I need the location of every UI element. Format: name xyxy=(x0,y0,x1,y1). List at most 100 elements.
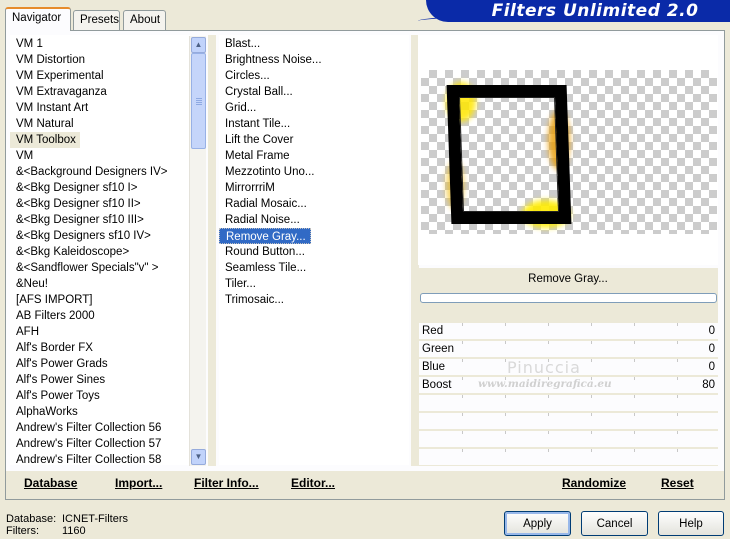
list-item[interactable]: Alf's Power Sines xyxy=(10,372,190,388)
list-item[interactable]: &<Background Designers IV> xyxy=(10,164,190,180)
cancel-button[interactable]: Cancel xyxy=(581,511,648,536)
database-button[interactable]: Database xyxy=(24,476,77,490)
list-item[interactable]: Alf's Power Toys xyxy=(10,388,190,404)
list-item-label: Alf's Border FX xyxy=(16,342,93,354)
selected-filter-name: Remove Gray... xyxy=(528,273,608,285)
list-item[interactable]: Andrew's Filter Collection 56 xyxy=(10,420,190,436)
preview-frame-graphic xyxy=(446,85,572,224)
list-item[interactable]: VM 1 xyxy=(10,36,190,52)
list-item[interactable]: VM Natural xyxy=(10,116,190,132)
list-item[interactable]: AB Filters 2000 xyxy=(10,308,190,324)
scrollbar-thumb[interactable] xyxy=(191,53,206,149)
list-item[interactable]: Trimosaic... xyxy=(219,292,409,308)
list-item[interactable]: Metal Frame xyxy=(219,148,409,164)
database-value: ICNET-Filters xyxy=(62,513,128,525)
list-item-label: &<Bkg Designer sf10 I> xyxy=(16,182,138,194)
slider-tick xyxy=(505,449,506,452)
param-row-empty xyxy=(419,395,718,412)
list-item[interactable]: Blast... xyxy=(219,36,409,52)
category-scrollbar[interactable]: ▲ ▼ xyxy=(189,36,206,466)
list-item[interactable]: Lift the Cover xyxy=(219,132,409,148)
list-item[interactable]: VM Distortion xyxy=(10,52,190,68)
list-item-label: VM Experimental xyxy=(16,70,104,82)
list-item-label: [AFS IMPORT] xyxy=(16,294,93,306)
list-item[interactable]: Brightness Noise... xyxy=(219,52,409,68)
list-item[interactable]: Alf's Border FX xyxy=(10,340,190,356)
list-item[interactable]: &<Bkg Designer sf10 III> xyxy=(10,212,190,228)
list-item[interactable]: &Neu! xyxy=(10,276,190,292)
param-label: Blue xyxy=(422,361,446,373)
import-button[interactable]: Import... xyxy=(115,476,162,490)
apply-button[interactable]: Apply xyxy=(504,511,571,536)
slider-tick xyxy=(548,449,549,452)
database-label: Database: xyxy=(6,513,57,525)
category-list[interactable]: VM 1 VM Distortion VM Experimental VM Extra… xyxy=(10,35,190,465)
list-item[interactable]: &<Bkg Designer sf10 II> xyxy=(10,196,190,212)
list-item-selected[interactable]: Remove Gray... xyxy=(219,228,409,244)
list-item-label: AlphaWorks xyxy=(16,406,78,418)
slider-tick xyxy=(591,449,592,452)
tab-about[interactable]: About xyxy=(123,10,166,30)
list-item-label: VM Distortion xyxy=(16,54,86,66)
list-item[interactable]: VM xyxy=(10,148,190,164)
list-item[interactable]: VM Instant Art xyxy=(10,100,190,116)
list-item[interactable]: Crystal Ball... xyxy=(219,84,409,100)
slider-tick xyxy=(462,449,463,452)
list-item[interactable]: Radial Mosaic... xyxy=(219,196,409,212)
list-item[interactable]: &<Bkg Kaleidoscope> xyxy=(10,244,190,260)
splitter[interactable] xyxy=(208,35,216,466)
list-item-label: Alf's Power Grads xyxy=(16,358,108,370)
slider-tick xyxy=(634,431,635,434)
list-item[interactable]: &<Bkg Designers sf10 IV> xyxy=(10,228,190,244)
slider-tick xyxy=(462,377,463,380)
randomize-button[interactable]: Randomize xyxy=(562,476,626,490)
list-item[interactable]: Round Button... xyxy=(219,244,409,260)
filter-info-button[interactable]: Filter Info... xyxy=(194,476,259,490)
param-row-green[interactable]: Green 0 xyxy=(419,341,718,358)
scroll-down-arrow-icon[interactable]: ▼ xyxy=(191,449,206,465)
tab-navigator[interactable]: Navigator xyxy=(5,7,71,31)
help-button[interactable]: Help xyxy=(658,511,724,536)
list-item-label: AB Filters 2000 xyxy=(16,310,95,322)
slider-tick xyxy=(677,377,678,380)
list-item[interactable]: Alf's Power Grads xyxy=(10,356,190,372)
filters-count: 1160 xyxy=(62,525,86,537)
list-item[interactable]: Grid... xyxy=(219,100,409,116)
slider-tick xyxy=(462,341,463,344)
list-item[interactable]: &<Sandflower Specials"v" > xyxy=(10,260,190,276)
list-item[interactable]: Tiler... xyxy=(219,276,409,292)
list-item-label: Lift the Cover xyxy=(225,134,294,146)
slider-tick xyxy=(677,395,678,398)
slider-tick xyxy=(591,413,592,416)
param-row-empty xyxy=(419,449,718,466)
progress-bar xyxy=(420,293,717,303)
scroll-up-arrow-icon[interactable]: ▲ xyxy=(191,37,206,53)
slider-tick xyxy=(634,377,635,380)
list-item[interactable]: AFH xyxy=(10,324,190,340)
slider-tick xyxy=(591,341,592,344)
slider-tick xyxy=(462,431,463,434)
list-item-label: VM 1 xyxy=(16,38,43,50)
list-item[interactable]: Circles... xyxy=(219,68,409,84)
list-item[interactable]: Radial Noise... xyxy=(219,212,409,228)
reset-button[interactable]: Reset xyxy=(661,476,694,490)
list-item[interactable]: [AFS IMPORT] xyxy=(10,292,190,308)
param-row-red[interactable]: Red 0 xyxy=(419,323,718,340)
list-item[interactable]: Andrew's Filter Collection 57 xyxy=(10,436,190,452)
list-item-label: VM Natural xyxy=(16,118,74,130)
list-item[interactable]: Mezzotinto Uno... xyxy=(219,164,409,180)
list-item[interactable]: &<Bkg Designer sf10 I> xyxy=(10,180,190,196)
list-item-label: &<Bkg Kaleidoscope> xyxy=(16,246,130,258)
tab-presets[interactable]: Presets xyxy=(73,10,120,30)
list-item[interactable]: VM Experimental xyxy=(10,68,190,84)
editor-button[interactable]: Editor... xyxy=(291,476,335,490)
filter-list[interactable]: Blast... Brightness Noise... Circles... Cry… xyxy=(219,35,409,465)
list-item-selected[interactable]: VM Toolbox xyxy=(10,132,190,148)
slider-tick xyxy=(634,449,635,452)
list-item[interactable]: Instant Tile... xyxy=(219,116,409,132)
list-item[interactable]: Seamless Tile... xyxy=(219,260,409,276)
list-item[interactable]: AlphaWorks xyxy=(10,404,190,420)
list-item[interactable]: Andrew's Filter Collection 58 xyxy=(10,452,190,465)
list-item[interactable]: MirrorrriM xyxy=(219,180,409,196)
list-item[interactable]: VM Extravaganza xyxy=(10,84,190,100)
